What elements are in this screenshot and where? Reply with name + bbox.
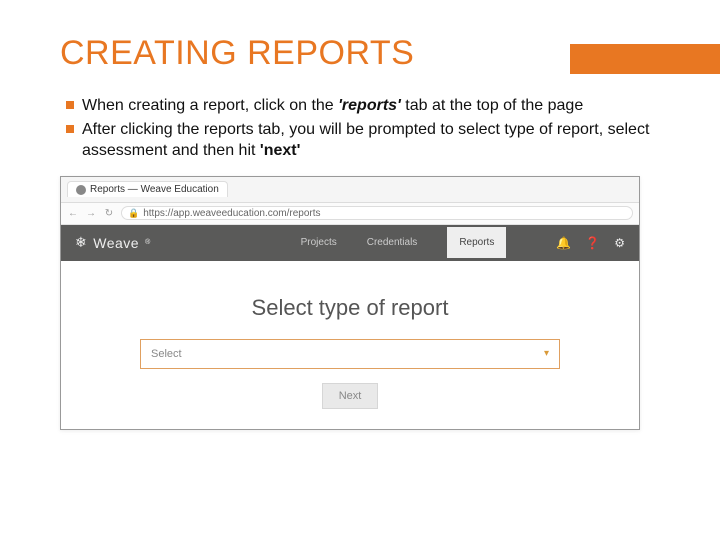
browser-tab[interactable]: Reports — Weave Education — [67, 181, 228, 197]
next-button[interactable]: Next — [322, 383, 379, 409]
brand: ❄ Weave ® — [75, 234, 151, 251]
bullet-list: When creating a report, click on the 're… — [60, 95, 660, 162]
back-icon[interactable]: ← — [67, 208, 79, 219]
nav-reports[interactable]: Reports — [447, 227, 506, 258]
browser-toolbar: ← → ↻ 🔒 https://app.weaveeducation.com/r… — [61, 203, 639, 225]
address-bar[interactable]: 🔒 https://app.weaveeducation.com/reports — [121, 206, 633, 220]
brand-logo-icon: ❄ — [75, 234, 87, 251]
bullet-item: When creating a report, click on the 're… — [66, 95, 650, 117]
favicon-icon — [76, 185, 86, 195]
url-text: https://app.weaveeducation.com/reports — [143, 208, 320, 219]
slide: CREATING REPORTS When creating a report,… — [0, 0, 720, 540]
gear-icon[interactable]: ⚙ — [614, 236, 625, 250]
nav-projects[interactable]: Projects — [301, 237, 337, 248]
report-type-select[interactable]: Select ▾ — [140, 339, 560, 369]
bell-icon[interactable]: 🔔 — [556, 236, 571, 250]
tab-title: Reports — Weave Education — [90, 184, 219, 195]
embedded-screenshot: Reports — Weave Education ← → ↻ 🔒 https:… — [60, 176, 640, 430]
select-placeholder: Select — [151, 348, 182, 360]
page-heading: Select type of report — [252, 295, 449, 321]
lock-icon: 🔒 — [128, 208, 139, 219]
bullet-item: After clicking the reports tab, you will… — [66, 119, 650, 162]
browser-tab-bar: Reports — Weave Education — [61, 177, 639, 203]
app-header: ❄ Weave ® Projects Credentials Reports 🔔 … — [61, 225, 639, 261]
bullet-text: After clicking the reports tab, you will… — [82, 121, 649, 160]
page-body: Select type of report Select ▾ Next — [61, 261, 639, 429]
header-icons: 🔔 ❓ ⚙ — [556, 236, 625, 250]
bullet-emphasis: 'reports' — [338, 97, 401, 114]
brand-name: Weave — [93, 235, 139, 251]
nav-credentials[interactable]: Credentials — [367, 237, 418, 248]
bullet-text: tab at the top of the page — [401, 97, 583, 114]
help-icon[interactable]: ❓ — [585, 236, 600, 250]
bullet-text: When creating a report, click on the — [82, 97, 338, 114]
registered-mark: ® — [145, 239, 151, 246]
accent-bar — [570, 44, 720, 74]
forward-icon[interactable]: → — [85, 208, 97, 219]
reload-icon[interactable]: ↻ — [103, 208, 115, 219]
chevron-down-icon: ▾ — [544, 348, 549, 359]
bullet-emphasis: 'next' — [260, 142, 301, 159]
